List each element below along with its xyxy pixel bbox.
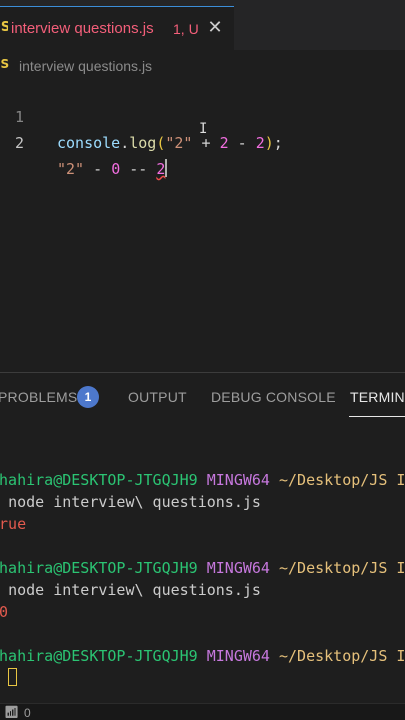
terminal-command: $ node interview\ questions.js — [0, 579, 405, 601]
terminal-output: true — [0, 515, 27, 533]
javascript-file-icon: JS — [0, 20, 8, 35]
code-line-text[interactable]: "2" - 0 -- 2 — [57, 156, 168, 182]
terminal-input-line[interactable]: $ — [0, 667, 405, 689]
javascript-file-icon: JS — [0, 57, 10, 71]
tab-interview-questions[interactable]: JS interview questions.js 1, U ✕ — [0, 6, 234, 50]
breadcrumb-file[interactable]: interview questions.js — [19, 58, 152, 74]
tab-output[interactable]: OUTPUT — [128, 389, 187, 405]
line-number: 2 — [14, 134, 24, 152]
terminal-prompt: Shahira@DESKTOP-JTGQJH9 MINGW64 ~/Deskto… — [0, 557, 405, 579]
tab-debug-console[interactable]: DEBUG CONSOLE — [211, 389, 336, 405]
prompt-system: MINGW64 — [206, 559, 270, 577]
tab-status: 1, U — [173, 21, 199, 37]
terminal[interactable]: Shahira@DESKTOP-JTGQJH9 MINGW64 ~/Deskto… — [0, 447, 405, 689]
prompt-system: MINGW64 — [206, 647, 270, 665]
text-cursor — [165, 159, 168, 177]
terminal-command: $ node interview\ questions.js — [0, 491, 405, 513]
problems-count-badge: 1 — [77, 386, 99, 408]
prompt-path: ~/Desktop/JS Interview — [279, 559, 405, 577]
code-line-text[interactable]: console.log("2" + 2 - 2); — [57, 130, 283, 156]
tab-problems[interactable]: PROBLEMS — [0, 389, 77, 405]
broadcast-icon[interactable]: 📶︎ — [4, 705, 19, 719]
mouse-ibeam-icon: I — [199, 121, 208, 137]
prompt-user: Shahira@DESKTOP-JTGQJH9 — [0, 647, 198, 665]
status-count: 0 — [24, 706, 31, 720]
tab-terminal[interactable]: TERMINAL — [350, 389, 405, 405]
prompt-user: Shahira@DESKTOP-JTGQJH9 — [0, 559, 198, 577]
command-text: node interview\ questions.js — [8, 581, 261, 599]
code-line[interactable]: 1 console.log("2" + 2 - 2); — [0, 78, 405, 152]
prompt-user: Shahira@DESKTOP-JTGQJH9 — [0, 471, 198, 489]
prompt-path: ~/Desktop/JS Interview — [279, 647, 405, 665]
prompt-path: ~/Desktop/JS Interview — [279, 471, 405, 489]
panel-tab-bar: PROBLEMS 1 OUTPUT DEBUG CONSOLE TERMINAL — [0, 373, 405, 421]
prompt-system: MINGW64 — [206, 471, 270, 489]
close-icon[interactable]: ✕ — [207, 18, 223, 38]
tab-title[interactable]: interview questions.js — [11, 20, 154, 37]
active-tab-indicator — [349, 416, 405, 417]
terminal-prompt: Shahira@DESKTOP-JTGQJH9 MINGW64 ~/Deskto… — [0, 469, 405, 491]
editor-tab-bar: JS interview questions.js 1, U ✕ — [0, 0, 405, 50]
terminal-output: 20 — [0, 603, 9, 621]
terminal-prompt: Shahira@DESKTOP-JTGQJH9 MINGW64 ~/Deskto… — [0, 645, 405, 667]
command-text: node interview\ questions.js — [8, 493, 261, 511]
terminal-cursor — [8, 668, 18, 686]
status-bar: 📶︎ 0 — [0, 703, 405, 720]
